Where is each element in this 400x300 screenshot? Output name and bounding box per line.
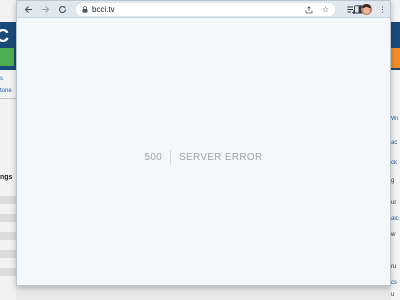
background-link[interactable]: ck xyxy=(391,160,400,166)
background-logo-accent xyxy=(391,48,400,68)
background-text: w xyxy=(391,232,396,238)
background-logo-text: C xyxy=(0,26,9,46)
popup-browser-window: bcci.tv ☆ ⋮ 500 SERVER ERROR xyxy=(16,0,391,286)
background-link[interactable]: tone xyxy=(0,88,12,94)
share-icon[interactable] xyxy=(303,4,314,15)
background-logo: C xyxy=(0,22,16,70)
background-divider xyxy=(0,98,16,99)
arrow-left-icon xyxy=(24,5,32,13)
background-link[interactable]: cs xyxy=(391,280,400,286)
background-row xyxy=(0,232,16,240)
background-text: g xyxy=(391,178,395,184)
reload-icon xyxy=(58,5,66,13)
background-link[interactable]: alc xyxy=(391,216,400,222)
forward-button[interactable] xyxy=(39,3,51,15)
browser-toolbar: bcci.tv ☆ ⋮ xyxy=(17,1,390,18)
background-row xyxy=(0,196,16,204)
background-text: ur xyxy=(391,200,397,206)
background-row xyxy=(0,214,16,222)
back-button[interactable] xyxy=(22,3,34,15)
error-message: 500 SERVER ERROR xyxy=(17,150,390,164)
page-content: 500 SERVER ERROR xyxy=(17,18,390,285)
background-link[interactable]: ac xyxy=(391,140,400,146)
background-link[interactable]: Wi xyxy=(391,116,400,122)
background-text: ru xyxy=(391,264,397,270)
avatar-face xyxy=(363,7,370,14)
lock-icon xyxy=(82,6,88,13)
more-vert-icon[interactable]: ⋮ xyxy=(377,4,388,15)
reload-button[interactable] xyxy=(56,3,68,15)
error-code: 500 xyxy=(144,151,163,163)
star-icon[interactable]: ☆ xyxy=(320,4,331,15)
background-page-left: C s tone ngs xyxy=(0,0,16,300)
background-heading: ngs xyxy=(0,174,13,181)
background-text: u xyxy=(391,292,395,298)
background-page-right: Wi ac ck g ur alc w ru cs u xyxy=(391,0,400,300)
background-row xyxy=(0,250,16,258)
background-logo-right xyxy=(391,22,400,70)
address-bar[interactable]: bcci.tv ☆ xyxy=(76,3,335,16)
background-link[interactable]: s xyxy=(0,76,3,82)
error-text: SERVER ERROR xyxy=(179,151,263,163)
background-logo-accent xyxy=(0,48,14,66)
url-text[interactable]: bcci.tv xyxy=(92,4,115,15)
avatar[interactable] xyxy=(361,4,372,15)
arrow-right-icon xyxy=(41,5,49,13)
background-row xyxy=(0,268,16,276)
